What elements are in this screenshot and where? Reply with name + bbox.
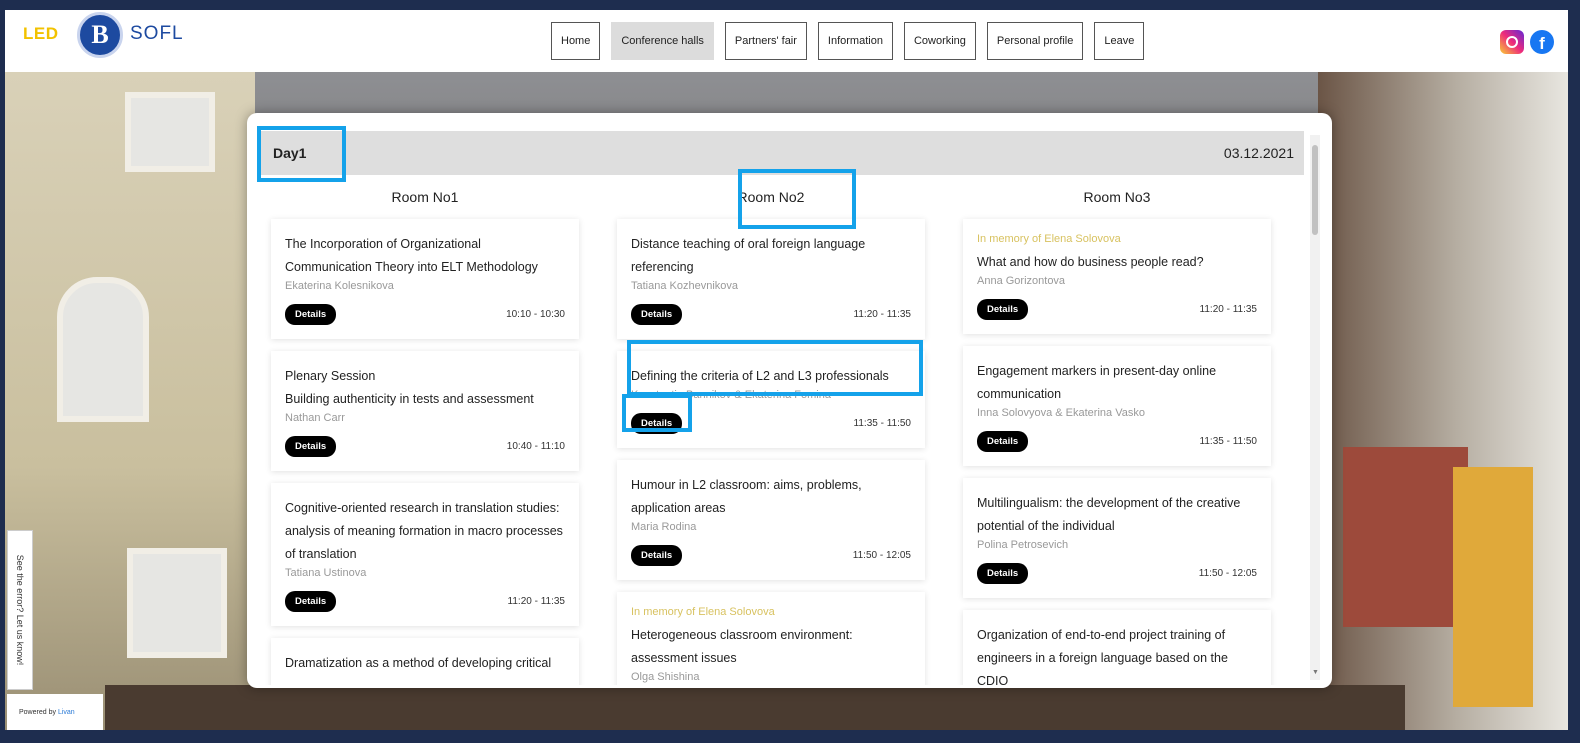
details-button[interactable]: Details: [631, 304, 683, 325]
session-author: Tatiana Ustinova: [285, 567, 367, 579]
feedback-tab-label: See the error? Let us know!: [15, 554, 25, 666]
top-navigation-bar: LED B SOFL Home Conference halls Partner…: [5, 10, 1568, 72]
background-window: [127, 548, 227, 658]
room-column-1: Room No1 The Incorporation of Organizati…: [265, 175, 585, 685]
scrollbar-thumb[interactable]: [1312, 145, 1318, 235]
day-date: 03.12.2021: [1223, 145, 1294, 161]
nav-personal-profile[interactable]: Personal profile: [986, 22, 1084, 60]
session-author: Olga Shishina: [631, 671, 700, 683]
social-links: f: [1500, 30, 1554, 54]
session-time: 11:20 - 11:35: [853, 309, 911, 320]
session-title: Dramatization as a method of developing …: [285, 656, 552, 670]
details-button[interactable]: Details: [285, 436, 337, 457]
session-title: Cognitive-oriented research in translati…: [285, 501, 563, 561]
session-title: Humour in L2 classroom: aims, problems, …: [631, 478, 862, 515]
session-card: Organization of end-to-end project train…: [963, 610, 1271, 685]
session-card: In memory of Elena Solovova Heterogeneou…: [617, 592, 925, 685]
session-card: Engagement markers in present-day online…: [963, 346, 1271, 466]
session-time: 11:35 - 11:50: [853, 418, 911, 429]
details-button[interactable]: Details: [977, 563, 1029, 584]
details-button[interactable]: Details: [285, 304, 337, 325]
session-time: 11:20 - 11:35: [1199, 304, 1257, 315]
powered-by-label: Powered by: [19, 708, 56, 716]
session-title: Organization of end-to-end project train…: [977, 628, 1228, 685]
session-card: In memory of Elena Solovova What and how…: [963, 219, 1271, 334]
nav-information[interactable]: Information: [817, 22, 893, 60]
session-author: Tatiana Kozhevnikova: [631, 280, 739, 292]
session-title: Engagement markers in present-day online…: [977, 364, 1217, 401]
room-title: Room No3: [1083, 189, 1151, 205]
logo-led[interactable]: LED: [23, 24, 59, 44]
nav-leave[interactable]: Leave: [1094, 22, 1145, 60]
day-label[interactable]: Day1: [273, 145, 306, 161]
session-time: 11:50 - 12:05: [852, 550, 911, 561]
session-time: 11:20 - 11:35: [507, 596, 565, 607]
hse-emblem-logo[interactable]: B: [77, 12, 123, 58]
session-card: Dramatization as a method of developing …: [271, 638, 579, 685]
details-button[interactable]: Details: [631, 545, 683, 566]
schedule-panel: Day1 03.12.2021 ▼ Room No1 The Incorpora…: [247, 113, 1332, 688]
main-nav: Home Conference halls Partners' fair Inf…: [551, 22, 1145, 60]
session-author: Konstantin Bannikov & Ekaterina Fomina: [631, 389, 831, 401]
session-author: Inna Solovyova & Ekaterina Vasko: [977, 407, 1145, 419]
background-floor: [105, 685, 1405, 730]
memory-note: In memory of Elena Solovova: [631, 606, 775, 618]
background-window: [57, 277, 149, 422]
background-brick-building: [1343, 447, 1468, 627]
session-time: 11:35 - 11:50: [1199, 436, 1257, 447]
session-time: 11:50 - 12:05: [1198, 568, 1257, 579]
session-card: Distance teaching of oral foreign langua…: [617, 219, 925, 339]
powered-by-badge[interactable]: Powered by Livan: [7, 694, 103, 730]
session-author: Ekaterina Kolesnikova: [285, 280, 394, 292]
session-author: Polina Petrosevich: [977, 539, 1069, 551]
session-author: Anna Gorizontova: [977, 275, 1066, 287]
details-button[interactable]: Details: [631, 413, 683, 434]
session-title: Distance teaching of oral foreign langua…: [631, 237, 866, 274]
session-card: Plenary Session Building authenticity in…: [271, 351, 579, 471]
session-card: Cognitive-oriented research in translati…: [271, 483, 579, 626]
day-header: Day1 03.12.2021: [259, 131, 1304, 175]
session-subtitle: Building authenticity in tests and asses…: [285, 392, 534, 406]
nav-home[interactable]: Home: [551, 22, 601, 60]
logo-sofl[interactable]: SOFL: [130, 23, 184, 45]
details-button[interactable]: Details: [977, 299, 1029, 320]
room-column-3: Room No3 In memory of Elena Solovova Wha…: [957, 175, 1277, 685]
details-button[interactable]: Details: [285, 591, 337, 612]
session-time: 10:40 - 11:10: [506, 441, 565, 452]
session-time: 10:10 - 10:30: [506, 309, 565, 320]
session-title: The Incorporation of Organizational Comm…: [285, 237, 538, 274]
nav-coworking[interactable]: Coworking: [903, 22, 976, 60]
session-card: Defining the criteria of L2 and L3 profe…: [617, 351, 925, 448]
feedback-tab[interactable]: See the error? Let us know!: [7, 530, 33, 690]
app-frame: LED B SOFL Home Conference halls Partner…: [5, 10, 1568, 730]
room-title: Room No2: [737, 189, 805, 205]
session-card: Multilingualism: the development of the …: [963, 478, 1271, 598]
session-card: The Incorporation of Organizational Comm…: [271, 219, 579, 339]
room-column-2: Room No2 Distance teaching of oral forei…: [611, 175, 931, 685]
powered-by-brand: Livan: [57, 708, 75, 716]
instagram-icon[interactable]: [1500, 30, 1524, 54]
facebook-icon[interactable]: f: [1530, 30, 1554, 54]
session-author: Nathan Carr: [285, 412, 345, 424]
session-title: Multilingualism: the development of the …: [977, 496, 1241, 533]
session-author: Maria Rodina: [631, 521, 697, 533]
nav-partners-fair[interactable]: Partners' fair: [724, 22, 807, 60]
panel-scrollbar[interactable]: ▼: [1310, 135, 1320, 680]
nav-conference-halls[interactable]: Conference halls: [611, 22, 714, 60]
room-title: Room No1: [391, 189, 459, 205]
background-yellow-building: [1453, 467, 1533, 707]
session-title: Heterogeneous classroom environment: ass…: [631, 628, 853, 665]
session-title: What and how do business people read?: [977, 255, 1204, 269]
details-button[interactable]: Details: [977, 431, 1029, 452]
scroll-down-arrow-icon[interactable]: ▼: [1312, 669, 1319, 676]
session-card: Humour in L2 classroom: aims, problems, …: [617, 460, 925, 580]
session-title: Plenary Session: [285, 369, 376, 383]
background-window: [125, 92, 215, 172]
instagram-icon-lens: [1506, 36, 1518, 48]
memory-note: In memory of Elena Solovova: [977, 233, 1121, 245]
session-title: Defining the criteria of L2 and L3 profe…: [631, 369, 889, 383]
